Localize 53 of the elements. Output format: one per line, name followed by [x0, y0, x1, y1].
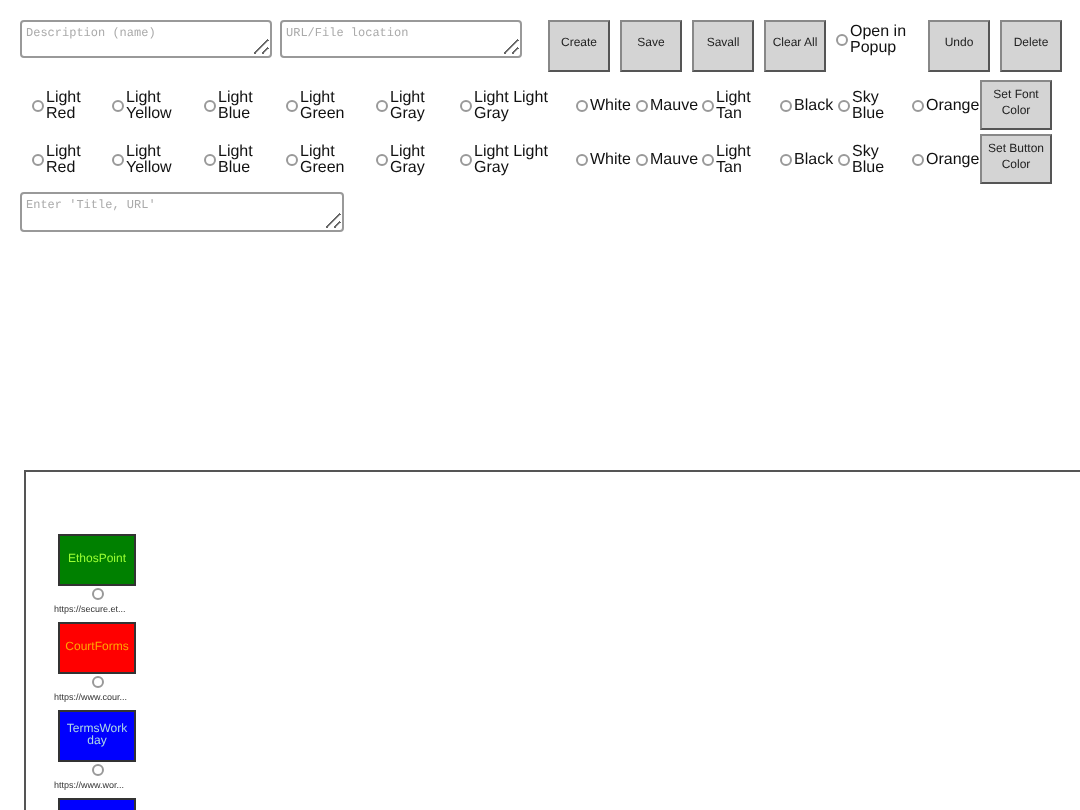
- radio-label: Black: [794, 151, 834, 167]
- radio-button[interactable]: [32, 153, 44, 165]
- radio-label: Open in Popup: [850, 24, 909, 56]
- radio-button[interactable]: [780, 153, 792, 165]
- radio-label: Orange: [926, 151, 976, 167]
- radio-label: Black: [794, 97, 834, 113]
- radio-label: Light Gray: [390, 143, 427, 175]
- radio-button[interactable]: [912, 99, 924, 111]
- radio-button[interactable]: [204, 99, 216, 111]
- radio-label: Light Green: [300, 143, 347, 175]
- radio-label: White: [590, 151, 632, 167]
- radio-button[interactable]: [780, 99, 792, 111]
- radio-label: Light Blue: [218, 143, 255, 175]
- radio-button[interactable]: [91, 676, 103, 688]
- radio-label: Mauve: [650, 97, 698, 113]
- radio-button[interactable]: [460, 99, 472, 111]
- radio-button[interactable]: [838, 153, 850, 165]
- radio-label: Light Tan: [716, 89, 753, 121]
- radio-button[interactable]: [576, 99, 588, 111]
- radio-label: Light Light Gray: [474, 89, 550, 121]
- radio-button[interactable]: [636, 153, 648, 165]
- radio-button[interactable]: [576, 153, 588, 165]
- radio-button[interactable]: [112, 99, 124, 111]
- radio-label: Light Green: [300, 89, 347, 121]
- radio-button[interactable]: [636, 99, 648, 111]
- radio-button[interactable]: [376, 153, 388, 165]
- radio-button[interactable]: [91, 764, 103, 776]
- radio-button[interactable]: [376, 99, 388, 111]
- radio-button[interactable]: [838, 99, 850, 111]
- radio-button[interactable]: [204, 153, 216, 165]
- radio-label: Sky Blue: [852, 143, 887, 175]
- radio-button[interactable]: [32, 99, 44, 111]
- radio-button[interactable]: [702, 99, 714, 111]
- radio-label: Light Tan: [716, 143, 753, 175]
- radio-label: Light Yellow: [126, 143, 174, 175]
- radio-button[interactable]: [912, 153, 924, 165]
- radio-label: Light Blue: [218, 89, 255, 121]
- radio-label: Sky Blue: [852, 89, 887, 121]
- radio-button[interactable]: [702, 153, 714, 165]
- radio-button[interactable]: [91, 588, 103, 600]
- radio-label: Light Gray: [390, 89, 427, 121]
- radio-button[interactable]: [836, 34, 848, 46]
- radio-label: Light Light Gray: [474, 143, 550, 175]
- radio-button[interactable]: [112, 153, 124, 165]
- radio-label: Light Red: [46, 143, 83, 175]
- radio-label: Light Red: [46, 89, 83, 121]
- radio-label: Light Yellow: [126, 89, 174, 121]
- radio-label: White: [590, 97, 632, 113]
- radio-label: Mauve: [650, 151, 698, 167]
- radio-button[interactable]: [286, 153, 298, 165]
- radio-button[interactable]: [460, 153, 472, 165]
- radio-label: Orange: [926, 97, 976, 113]
- radio-button[interactable]: [286, 99, 298, 111]
